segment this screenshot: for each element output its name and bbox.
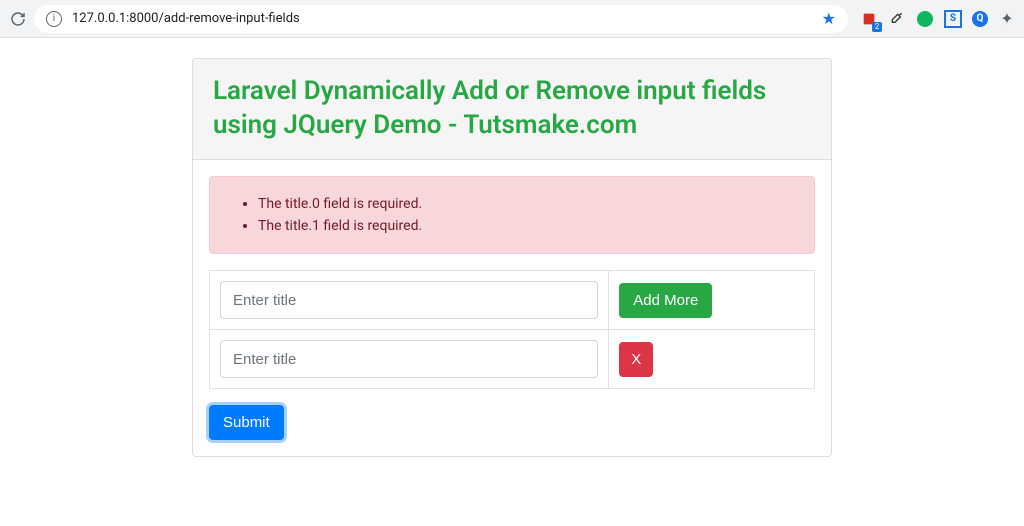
action-cell: X bbox=[609, 330, 815, 389]
input-fields-table: Add More X bbox=[209, 270, 815, 389]
add-more-button[interactable]: Add More bbox=[619, 283, 712, 318]
browser-chrome-bar: i 127.0.0.1:8000/add-remove-input-fields… bbox=[0, 0, 1024, 38]
page-content: Laravel Dynamically Add or Remove input … bbox=[0, 38, 1024, 477]
title-input[interactable] bbox=[220, 340, 598, 378]
url-text: 127.0.0.1:8000/add-remove-input-fields bbox=[72, 11, 300, 26]
submit-button[interactable]: Submit bbox=[209, 405, 284, 440]
error-item: The title.0 field is required. bbox=[258, 193, 794, 215]
input-cell bbox=[210, 330, 609, 389]
title-input[interactable] bbox=[220, 281, 598, 319]
table-row: X bbox=[210, 330, 815, 389]
eyedropper-icon[interactable] bbox=[888, 10, 906, 28]
page-title: Laravel Dynamically Add or Remove input … bbox=[213, 75, 811, 143]
extension-q-icon[interactable]: Q bbox=[972, 11, 988, 27]
panel-header: Laravel Dynamically Add or Remove input … bbox=[193, 59, 831, 160]
table-row: Add More bbox=[210, 271, 815, 330]
address-bar[interactable]: i 127.0.0.1:8000/add-remove-input-fields… bbox=[34, 5, 848, 33]
extension-icons: 2 S Q ✦ bbox=[860, 10, 1016, 28]
reload-icon[interactable] bbox=[8, 9, 28, 29]
input-cell bbox=[210, 271, 609, 330]
extension-badge: 2 bbox=[872, 22, 882, 32]
grammarly-icon[interactable] bbox=[916, 10, 934, 28]
extension-icon-1[interactable]: 2 bbox=[860, 10, 878, 28]
validation-alert: The title.0 field is required. The title… bbox=[209, 176, 815, 255]
error-list: The title.0 field is required. The title… bbox=[230, 193, 794, 238]
main-panel: Laravel Dynamically Add or Remove input … bbox=[192, 58, 832, 457]
site-info-icon[interactable]: i bbox=[46, 11, 62, 27]
action-cell: Add More bbox=[609, 271, 815, 330]
panel-body: The title.0 field is required. The title… bbox=[193, 160, 831, 457]
error-item: The title.1 field is required. bbox=[258, 215, 794, 237]
bookmark-star-icon[interactable]: ★ bbox=[822, 9, 836, 28]
extensions-puzzle-icon[interactable]: ✦ bbox=[998, 10, 1016, 28]
remove-row-button[interactable]: X bbox=[619, 342, 653, 377]
extension-s-icon[interactable]: S bbox=[944, 10, 962, 28]
